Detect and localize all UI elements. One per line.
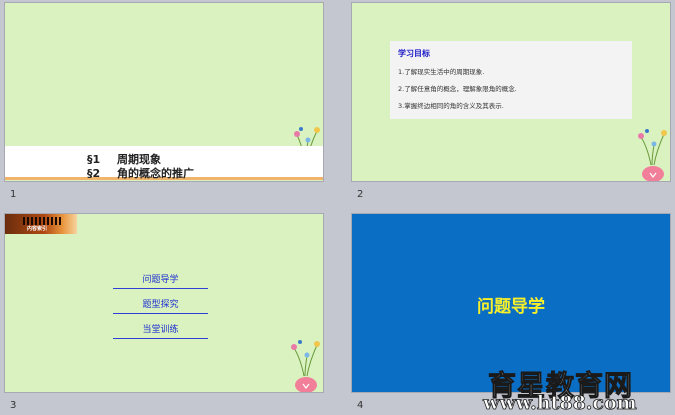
- section-number: §2: [87, 167, 101, 180]
- objective-item: 2.了解任意角的概念，理解象限角的概念.: [398, 85, 517, 93]
- slide-number-2: 2: [357, 189, 364, 200]
- objectives-heading: 学习目标: [398, 49, 430, 58]
- slide-number-3: 3: [10, 400, 17, 411]
- link-dangtang-xunlian[interactable]: 当堂训练: [113, 322, 208, 339]
- title-band: §1 周期现象 §2 角的概念的推广: [5, 146, 323, 180]
- content-index-banner: 内容索引: [5, 214, 77, 234]
- banner-caption: 内容索引: [27, 226, 48, 232]
- link-wenti-daoxue[interactable]: 问题导学: [113, 272, 208, 289]
- slide-number-1: 1: [10, 189, 17, 200]
- slide-thumbnail-1[interactable]: §1 周期现象 §2 角的概念的推广: [4, 2, 324, 182]
- flower-decoration-icon: [638, 129, 667, 181]
- slide-thumbnail-3[interactable]: 内容索引 问题导学 题型探究 当堂训练: [4, 213, 324, 393]
- objective-item: 1.了解现实生活中的周期现象.: [398, 68, 485, 76]
- objective-item: 3.掌握终边相同的角的含义及其表示.: [398, 102, 504, 110]
- title-line-2: §2 角的概念的推广: [87, 165, 194, 181]
- banner-bars: [23, 217, 61, 225]
- title-text: 角的概念的推广: [117, 167, 194, 180]
- watermark-url: www.ht88.com: [483, 392, 638, 415]
- slide-thumbnail-2[interactable]: 学习目标 1.了解现实生活中的周期现象. 2.了解任意角的概念，理解象限角的概念…: [351, 2, 671, 182]
- link-tixing-tanjiu[interactable]: 题型探究: [113, 297, 208, 314]
- flower-decoration-icon: [291, 340, 320, 392]
- section-title: 问题导学: [477, 297, 545, 317]
- slide-number-4: 4: [357, 400, 364, 411]
- objectives-box: 学习目标 1.了解现实生活中的周期现象. 2.了解任意角的概念，理解象限角的概念…: [390, 41, 632, 119]
